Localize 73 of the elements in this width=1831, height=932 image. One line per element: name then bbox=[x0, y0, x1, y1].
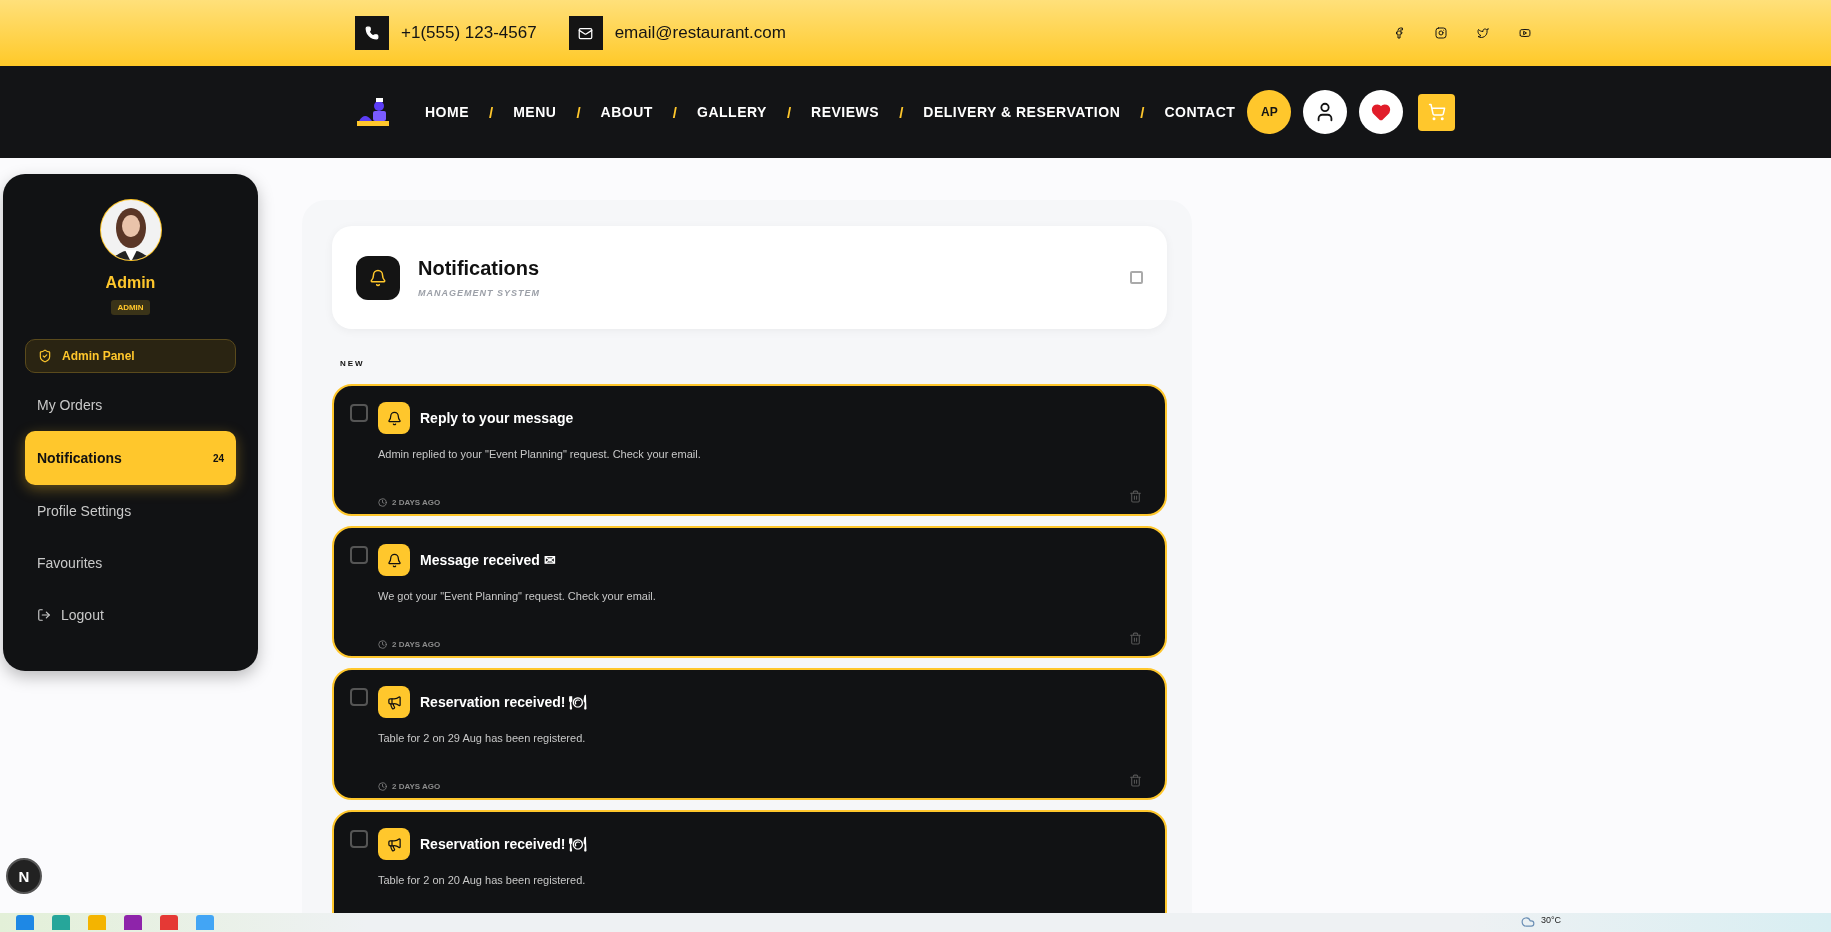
bell-icon bbox=[378, 402, 410, 434]
taskbar-app-icon[interactable] bbox=[124, 915, 142, 930]
phone-number: +1(555) 123-4567 bbox=[401, 23, 537, 43]
dev-badge[interactable]: N bbox=[6, 858, 42, 894]
email-address: email@restaurant.com bbox=[614, 23, 786, 43]
nav-link[interactable]: REVIEWS bbox=[811, 104, 880, 120]
section-label: NEW bbox=[340, 359, 366, 368]
notification-time: 2 DAYS AGO bbox=[392, 640, 441, 650]
notification-card[interactable]: Reservation received! 🍽 Table for 2 on 29 Aug has been registered. 2 DAYS AGO bbox=[332, 668, 1167, 800]
mail-icon bbox=[568, 16, 603, 50]
notification-checkbox[interactable] bbox=[350, 546, 368, 564]
notification-time: 2 DAYS AGO bbox=[392, 782, 441, 792]
notification-card[interactable]: Reply to your message Admin replied to your "Event Planning" request. Check your email. 2 DAYS AGO bbox=[332, 384, 1167, 516]
cart-icon bbox=[1427, 103, 1446, 121]
notification-title: Reply to your message bbox=[420, 410, 575, 426]
taskbar-app-icon[interactable] bbox=[160, 915, 178, 930]
megaphone-icon bbox=[378, 828, 410, 860]
bell-icon bbox=[356, 255, 400, 300]
notification-time: 2 DAYS AGO bbox=[392, 498, 441, 508]
weather-temperature[interactable]: 30°C bbox=[1540, 915, 1561, 925]
bell-icon bbox=[378, 544, 410, 576]
phone-icon bbox=[355, 16, 389, 50]
nav-separator: / bbox=[576, 103, 581, 121]
sidebar-item[interactable]: Favourites bbox=[25, 537, 236, 589]
page-subtitle: MANAGEMENT SYSTEM bbox=[418, 288, 540, 298]
cart-button[interactable] bbox=[1418, 93, 1456, 131]
clock-icon bbox=[378, 498, 387, 508]
megaphone-icon bbox=[378, 686, 410, 718]
notification-text: Table for 2 on 20 Aug has been registered. bbox=[378, 874, 587, 888]
nav-separator: / bbox=[1140, 103, 1145, 121]
twitter-icon[interactable] bbox=[1477, 27, 1489, 39]
notification-card[interactable]: Reservation received! 🍽 Table for 2 on 20 Aug has been registered. bbox=[332, 810, 1167, 913]
page-title: Notifications bbox=[418, 257, 540, 280]
sidebar-item[interactable]: Profile Settings bbox=[25, 485, 236, 537]
notification-text: We got your "Event Planning" request. Check your email. bbox=[378, 590, 657, 604]
nav-separator: / bbox=[899, 103, 904, 121]
shield-check-icon bbox=[38, 349, 52, 363]
nav-link[interactable]: MENU bbox=[513, 104, 557, 120]
select-all-checkbox[interactable] bbox=[1130, 271, 1143, 284]
notification-text: Table for 2 on 29 Aug has been registered. bbox=[378, 732, 587, 746]
facebook-icon[interactable] bbox=[1393, 27, 1405, 39]
nav-link[interactable]: CONTACT bbox=[1164, 104, 1236, 120]
nav-link[interactable]: ABOUT bbox=[600, 104, 653, 120]
nav-link[interactable]: HOME bbox=[425, 104, 469, 120]
sidebar-item[interactable]: Logout bbox=[25, 589, 236, 641]
user-icon[interactable] bbox=[1303, 90, 1348, 134]
user-name: Admin bbox=[105, 274, 156, 292]
chef-logo-icon[interactable] bbox=[355, 96, 391, 128]
notification-title: Reservation received! 🍽 bbox=[420, 694, 589, 710]
clock-icon bbox=[378, 640, 387, 650]
taskbar-app-icon[interactable] bbox=[16, 915, 34, 930]
notification-checkbox[interactable] bbox=[350, 404, 368, 422]
youtube-icon[interactable] bbox=[1519, 27, 1531, 39]
nav-separator: / bbox=[489, 103, 494, 121]
user-avatar[interactable]: AP bbox=[1247, 90, 1292, 134]
nav-link[interactable]: DELIVERY & RESERVATION bbox=[923, 104, 1121, 120]
nav-link[interactable]: GALLERY bbox=[697, 104, 767, 120]
nav-separator: / bbox=[672, 103, 678, 121]
notification-card[interactable]: Message received ✉ We got your "Event Planning" request. Check your email. 2 DAYS AGO bbox=[332, 526, 1167, 658]
role-badge: ADMIN bbox=[111, 300, 150, 315]
notification-checkbox[interactable] bbox=[350, 830, 368, 848]
notification-checkbox[interactable] bbox=[350, 688, 368, 706]
notification-title: Message received ✉ bbox=[420, 552, 557, 568]
cloud-icon[interactable] bbox=[1520, 915, 1535, 929]
notification-text: Admin replied to your "Event Planning" request. Check your email. bbox=[378, 448, 702, 462]
logout-icon bbox=[37, 608, 51, 622]
notification-title: Reservation received! 🍽 bbox=[420, 836, 589, 852]
nav-separator: / bbox=[786, 103, 792, 121]
admin-panel-button[interactable]: Admin Panel bbox=[25, 339, 236, 373]
sidebar-item[interactable]: My Orders bbox=[25, 379, 236, 431]
clock-icon bbox=[378, 782, 387, 792]
instagram-icon[interactable] bbox=[1435, 27, 1447, 39]
sidebar-item[interactable]: Notifications 24 bbox=[25, 431, 236, 485]
